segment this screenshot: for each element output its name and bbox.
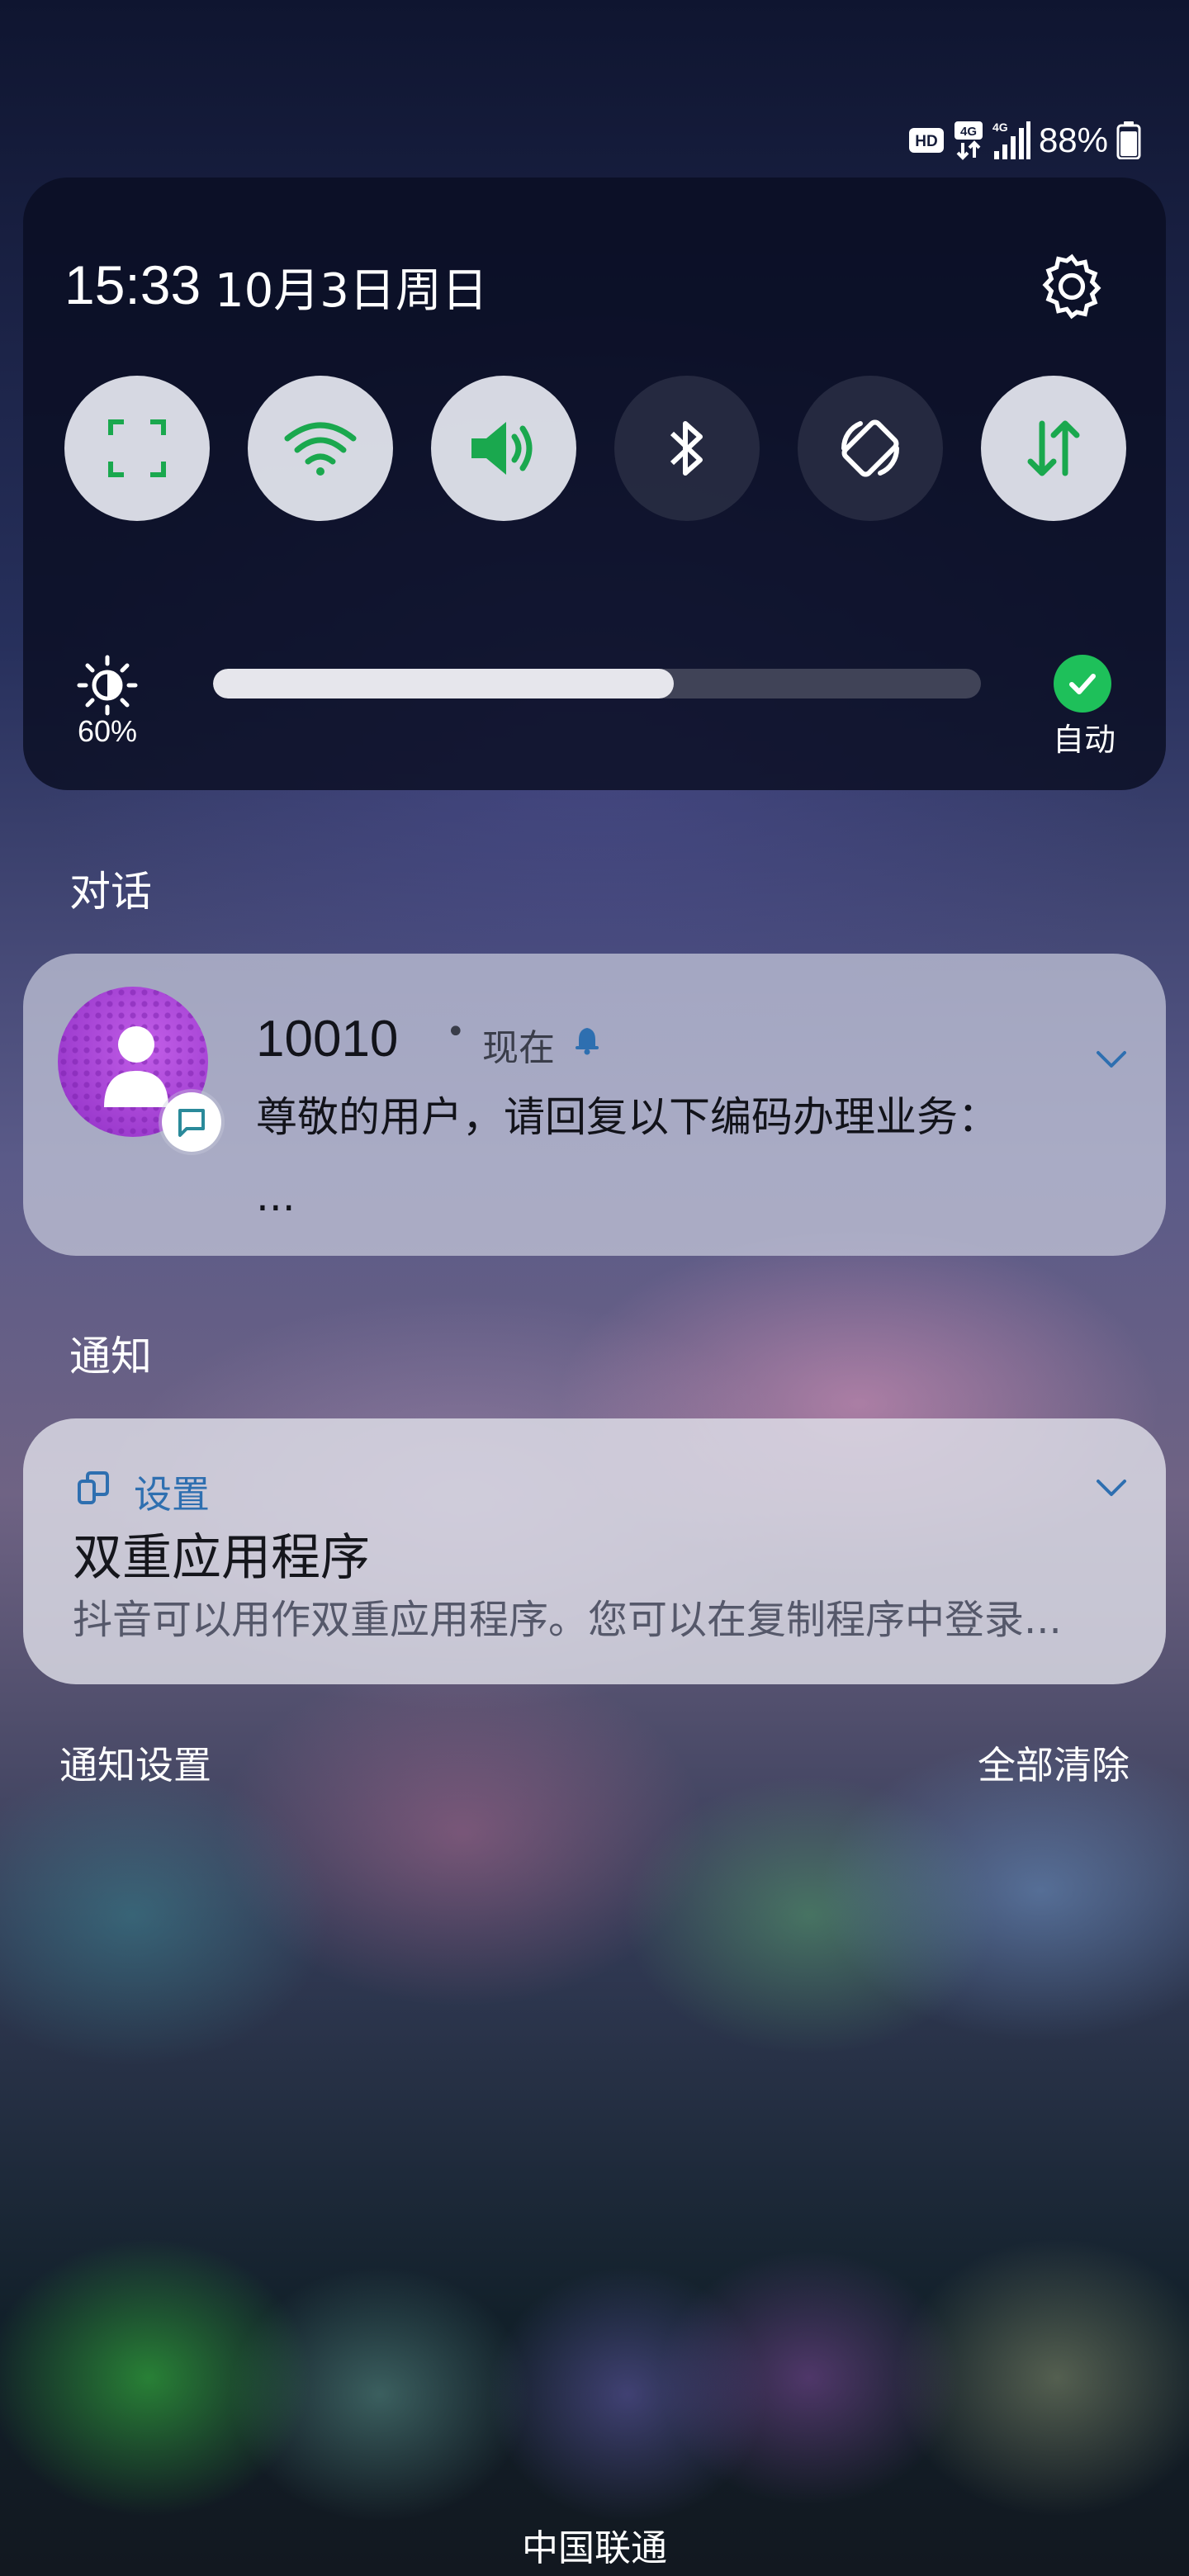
signal-label: 4G	[992, 121, 1008, 134]
brightness-icon	[74, 652, 140, 718]
network-label: 4G	[960, 125, 977, 139]
gear-icon	[1042, 253, 1101, 320]
quick-settings-panel: 15:33 10月3日周日 60% 自动	[23, 178, 1166, 790]
separator-dot: •	[446, 1013, 466, 1051]
conversations-header: 对话	[69, 868, 152, 916]
status-bar: HD 4G 4G 88%	[908, 116, 1141, 165]
check-icon	[1069, 674, 1096, 694]
conversation-notification[interactable]: 10010 • 现在 尊敬的用户，请回复以下编码办理业务： ...	[23, 954, 1166, 1256]
notifications-header: 通知	[69, 1333, 152, 1380]
expand-notification-button[interactable]	[1088, 1465, 1135, 1511]
date[interactable]: 10月3日周日	[215, 253, 488, 320]
tile-sound[interactable]	[431, 376, 576, 521]
brightness-percent: 60%	[77, 714, 138, 748]
carrier-label: 中国联通	[522, 2527, 667, 2569]
brightness-slider-fill	[213, 669, 674, 698]
data-arrows-icon	[1027, 420, 1080, 476]
wifi-icon	[284, 422, 357, 476]
auto-brightness-label: 自动	[1052, 722, 1116, 758]
tile-bluetooth[interactable]	[614, 376, 760, 521]
quick-tiles	[64, 376, 1126, 521]
tile-wifi[interactable]	[248, 376, 393, 521]
chevron-down-icon	[1097, 1051, 1126, 1068]
clear-all-button[interactable]: 全部清除	[978, 1735, 1130, 1790]
message-time: 现在	[482, 1027, 555, 1069]
notification-settings-button[interactable]: 通知设置	[59, 1735, 211, 1790]
speaker-icon	[471, 422, 533, 475]
clock[interactable]: 15:33	[64, 253, 201, 316]
hd-voice-icon: HD	[908, 127, 945, 154]
dual-app-icon	[78, 1471, 109, 1504]
message-preview: 尊敬的用户，请回复以下编码办理业务： ...	[256, 1093, 999, 1220]
rotate-icon	[841, 419, 900, 477]
settings-button[interactable]	[1030, 245, 1113, 328]
battery-percent: 88%	[1038, 121, 1108, 159]
tile-auto-rotate[interactable]	[798, 376, 943, 521]
tile-mobile-data[interactable]	[981, 376, 1126, 521]
message-bubble-icon	[178, 1109, 205, 1137]
person-icon	[104, 1026, 168, 1107]
screenshot-frame-icon	[108, 419, 166, 477]
chevron-down-icon	[1097, 1480, 1126, 1496]
tile-screenshot[interactable]	[64, 376, 210, 521]
notification-title: 双重应用程序	[73, 1529, 370, 1587]
network-4g-icon: 4G	[953, 120, 984, 161]
settings-notification[interactable]: 设置 双重应用程序 抖音可以用作双重应用程序。您可以在复制程序中登录...	[23, 1418, 1166, 1684]
bell-icon	[576, 1028, 599, 1055]
bluetooth-icon	[670, 421, 703, 476]
signal-icon: 4G	[992, 120, 1030, 161]
notification-body: 抖音可以用作双重应用程序。您可以在复制程序中登录...	[73, 1597, 1062, 1643]
brightness-slider[interactable]	[213, 669, 981, 698]
message-badge	[162, 1092, 221, 1152]
app-name: 设置	[134, 1472, 210, 1517]
auto-brightness-toggle[interactable]	[1054, 655, 1111, 713]
battery-icon	[1116, 121, 1141, 159]
expand-conversation-button[interactable]	[1088, 1036, 1135, 1082]
sender-name: 10010	[256, 1011, 399, 1068]
hd-label: HD	[915, 133, 937, 150]
